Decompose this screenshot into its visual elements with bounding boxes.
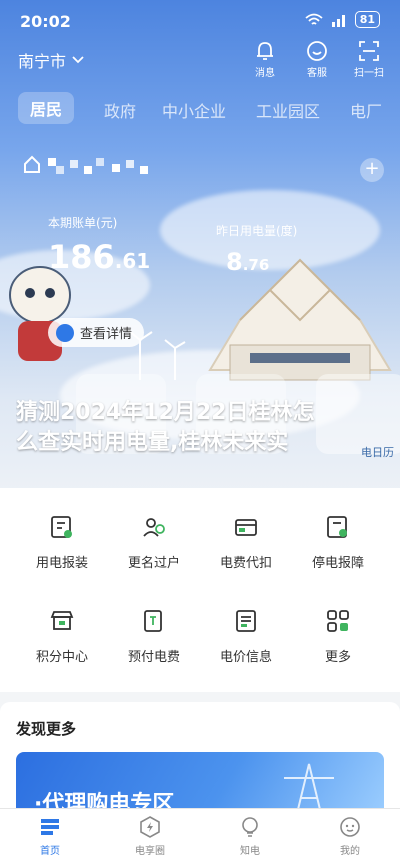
outage-report-icon	[327, 516, 347, 538]
service-smile-icon	[307, 41, 327, 61]
wifi-icon	[305, 13, 323, 25]
nav-profile[interactable]: 我的	[320, 815, 380, 857]
status-time: 20:02	[20, 12, 71, 31]
bill-amount-dec: .61	[114, 249, 151, 273]
service-label: 更名过户	[127, 556, 180, 571]
overlay-headline: 猜测2024年12月22日桂林怎 么查实时用电量,桂林未来实	[16, 398, 386, 458]
usage-amount: 8.76	[226, 248, 269, 276]
status-icons: 81	[305, 11, 380, 28]
scan-button[interactable]: 扫一扫	[352, 40, 386, 79]
discover-title: 发现更多	[16, 720, 77, 738]
service-label: 用电报装	[35, 556, 88, 571]
tab-power-plant[interactable]: 电厂	[350, 98, 382, 122]
bulb-icon	[242, 817, 258, 837]
points-store-icon	[50, 611, 74, 630]
more-grid-icon	[327, 610, 349, 632]
view-details-label: 查看详情	[80, 327, 133, 342]
city-selector[interactable]: 南宁市	[18, 48, 84, 72]
service-label: 停电报障	[311, 556, 364, 571]
usage-amount-dec: .76	[242, 256, 270, 274]
nav-home-label: 首页	[40, 846, 60, 857]
status-bar: 20:02 81	[0, 0, 400, 42]
service-label: 电费代扣	[219, 556, 272, 571]
customer-service-button[interactable]: 客服	[300, 40, 334, 79]
nav-knowledge[interactable]: 知电	[220, 815, 280, 857]
service-label: 积分中心	[35, 650, 88, 665]
scan-icon	[359, 41, 379, 61]
header: 南宁市 消息 客服 扫一扫	[0, 38, 400, 82]
profile-icon	[340, 817, 360, 837]
nav-knowledge-label: 知电	[240, 846, 260, 857]
overlay-headline-line1: 猜测2024年12月22日桂林怎	[16, 400, 315, 425]
bell-icon	[257, 42, 273, 60]
nav-home[interactable]: 首页	[20, 815, 80, 857]
bill-label: 本期账单(元)	[48, 216, 118, 230]
message-button[interactable]: 消息	[248, 40, 282, 79]
overlay-headline-line2: 么查实时用电量,桂林未来实	[16, 430, 289, 455]
signal-icon	[331, 14, 345, 27]
service-price-info[interactable]: 电价信息	[201, 608, 291, 665]
service-outage-report[interactable]: 停电报障	[293, 514, 383, 571]
scan-label: 扫一扫	[354, 68, 384, 79]
tab-industrial-park[interactable]: 工业园区	[256, 98, 320, 122]
home-icon	[24, 155, 40, 173]
nav-profile-label: 我的	[340, 846, 360, 857]
bill-amount: 186.61	[48, 238, 150, 276]
circle-bolt-icon	[140, 816, 160, 838]
detail-icon	[56, 323, 74, 342]
service-install[interactable]: 用电报装	[17, 514, 107, 571]
bottom-nav: 首页 电享圈 知电 我的	[0, 808, 400, 863]
bill-amount-int: 186	[48, 238, 115, 276]
service-autopay[interactable]: 电费代扣	[201, 514, 291, 571]
service-more[interactable]: 更多	[293, 608, 383, 665]
usage-amount-int: 8	[226, 248, 243, 276]
chevron-down-icon	[72, 56, 84, 64]
view-details-button[interactable]: 查看详情	[48, 318, 145, 347]
battery-indicator: 81	[354, 11, 380, 28]
transfer-user-icon	[143, 518, 165, 537]
tab-sme[interactable]: 中小企业	[162, 98, 226, 122]
prepay-icon	[144, 610, 162, 632]
nav-circle-label: 电享圈	[135, 846, 165, 857]
calendar-card-label[interactable]: 电日历	[361, 444, 394, 460]
price-doc-icon	[236, 610, 256, 632]
add-account-button[interactable]: +	[360, 158, 384, 182]
service-transfer[interactable]: 更名过户	[109, 514, 199, 571]
services-grid: 用电报装 更名过户 电费代扣 停电报障 积分中心 预付电费 电价信息 更多	[0, 488, 400, 692]
account-number-masked[interactable]	[22, 150, 162, 180]
home-icon	[41, 819, 59, 835]
service-label: 预付电费	[127, 650, 180, 665]
message-label: 消息	[255, 68, 275, 79]
service-label: 电价信息	[219, 650, 272, 665]
customer-service-label: 客服	[307, 68, 327, 79]
tab-government[interactable]: 政府	[104, 98, 136, 122]
city-name: 南宁市	[18, 52, 67, 71]
service-points-center[interactable]: 积分中心	[17, 608, 107, 665]
category-tabs: 居民 政府 中小企业 工业园区 电厂	[0, 90, 400, 130]
tab-resident[interactable]: 居民	[18, 92, 75, 124]
nav-circle[interactable]: 电享圈	[120, 815, 180, 857]
install-icon	[51, 516, 72, 538]
autopay-card-icon	[235, 519, 257, 536]
service-prepay[interactable]: 预付电费	[109, 608, 199, 665]
service-label: 更多	[324, 650, 351, 665]
usage-label: 昨日用电量(度)	[216, 224, 298, 238]
